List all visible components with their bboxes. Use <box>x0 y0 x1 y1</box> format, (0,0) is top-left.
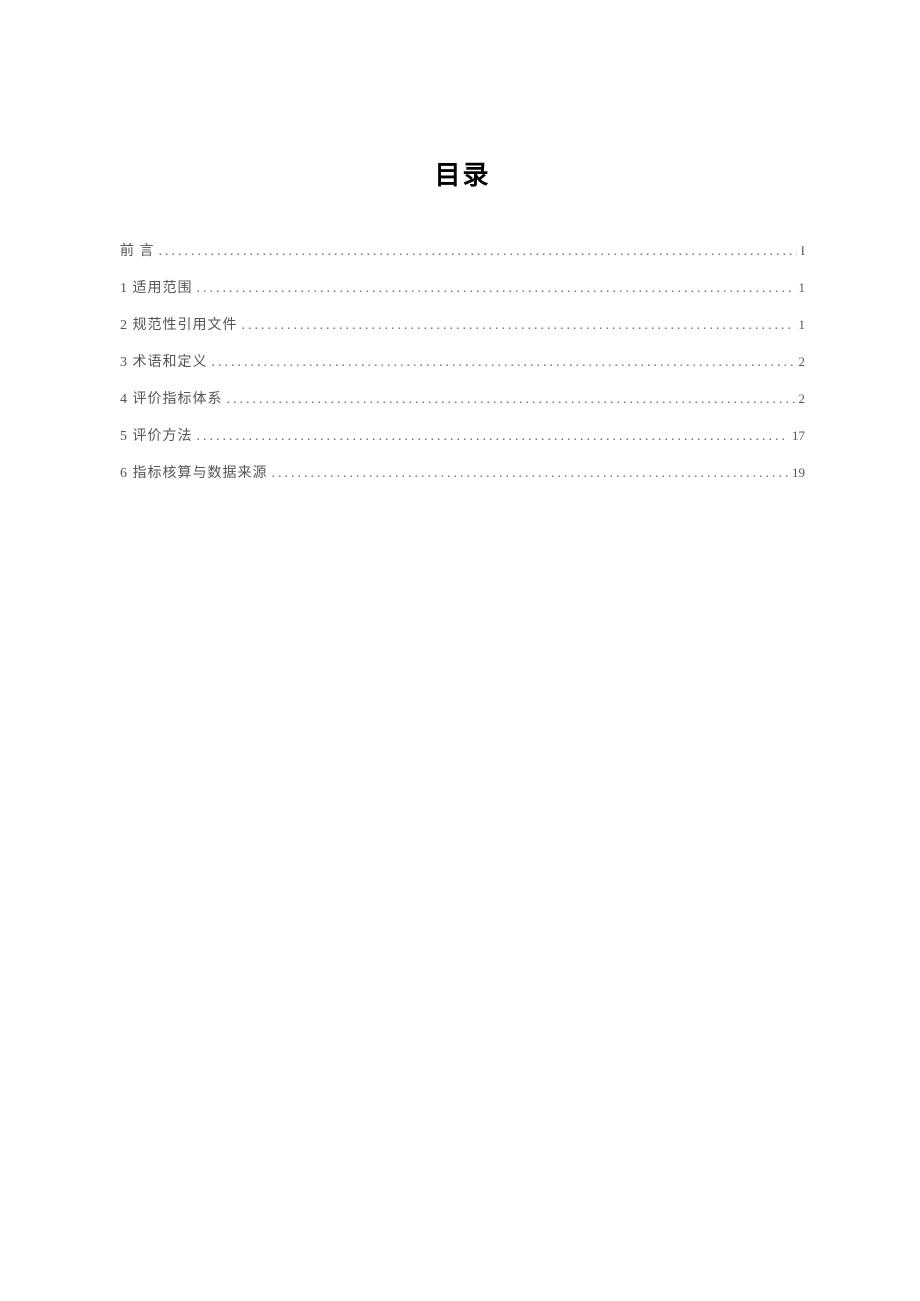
toc-dots <box>227 392 795 408</box>
toc-dots <box>212 355 795 371</box>
document-page: 目录 前 言 I 1 适用范围 1 2 规范性引用文件 1 3 术语和定义 2 … <box>0 0 920 482</box>
toc-entry-label: 前 言 <box>120 240 155 260</box>
toc-entry-label: 6 指标核算与数据来源 <box>120 462 268 482</box>
toc-entry-label: 2 规范性引用文件 <box>120 314 238 334</box>
toc-entry-page: 1 <box>799 280 806 296</box>
toc-entry-page: 2 <box>799 391 806 407</box>
toc-dots <box>197 429 789 445</box>
toc-dots <box>159 244 797 260</box>
toc-entry-page: 19 <box>792 465 805 481</box>
toc-entry-page: 1 <box>799 317 806 333</box>
toc-dots <box>197 281 795 297</box>
toc-entry-label: 1 适用范围 <box>120 277 193 297</box>
toc-title: 目录 <box>120 155 805 192</box>
toc-entry: 1 适用范围 1 <box>120 277 805 297</box>
toc-entry-page: 17 <box>792 428 805 444</box>
toc-entry-page: I <box>801 243 805 259</box>
toc-entry-page: 2 <box>799 354 806 370</box>
toc-list: 前 言 I 1 适用范围 1 2 规范性引用文件 1 3 术语和定义 2 4 评… <box>120 240 805 482</box>
toc-entry: 4 评价指标体系 2 <box>120 388 805 408</box>
toc-entry: 5 评价方法 17 <box>120 425 805 445</box>
toc-entry-label: 3 术语和定义 <box>120 351 208 371</box>
toc-entry: 3 术语和定义 2 <box>120 351 805 371</box>
toc-entry: 前 言 I <box>120 240 805 260</box>
toc-dots <box>242 318 795 334</box>
toc-dots <box>272 466 789 482</box>
toc-entry-label: 5 评价方法 <box>120 425 193 445</box>
toc-entry-label: 4 评价指标体系 <box>120 388 223 408</box>
toc-entry: 2 规范性引用文件 1 <box>120 314 805 334</box>
toc-entry: 6 指标核算与数据来源 19 <box>120 462 805 482</box>
